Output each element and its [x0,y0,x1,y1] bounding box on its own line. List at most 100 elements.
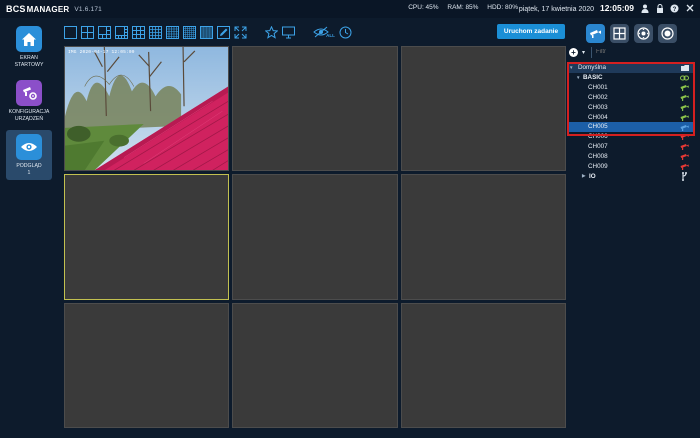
device-panel: + ▾ ▼ Domyślna ▼ BASIC CH001 [566,22,700,438]
layout-4x4-icon[interactable] [149,25,162,39]
lock-icon[interactable] [655,3,664,13]
camera-offline-icon [680,133,689,141]
folder-icon [680,64,689,72]
user-icon[interactable] [640,3,649,13]
layout-1x1-icon[interactable] [64,25,77,39]
camera-online-icon [680,103,689,111]
expand-icon[interactable]: ▼ [569,65,576,70]
layout-3x3-icon[interactable] [132,25,145,39]
add-icon[interactable]: + [569,47,578,57]
video-cell-9[interactable] [400,302,566,428]
tree-group-io[interactable]: ▶ IO [569,171,693,181]
camera-icon [590,30,601,38]
chevron-down-icon[interactable]: ▾ [582,49,585,56]
tree-channel[interactable]: CH002 [569,93,693,103]
left-sidebar: EKRAN STARTOWY KONFIGURACJA URZĄDZEŃ POD… [6,22,56,188]
link-icon [680,74,689,82]
edit-layout-icon[interactable] [217,25,230,39]
app-version: V1.6.171 [74,5,102,13]
panel-tabs [586,24,677,43]
alarm-all-label: ALL [326,32,335,38]
ptz-icon [637,27,650,40]
video-cell-3[interactable] [400,46,566,172]
camera-feed-image [65,47,229,171]
logo-bcs: BCS [6,4,26,14]
sidebar-item-label: EKRAN STARTOWY [14,55,44,68]
camera-online-icon [680,113,689,121]
channel-label: CH001 [588,84,608,92]
sidebar-item-label: KONFIGURACJA URZĄDZEŃ [8,109,50,122]
logo-manager: MANAGER [26,4,70,14]
layout-5x5-icon[interactable] [166,25,179,39]
top-icons: ? [640,3,694,13]
favorite-star-icon[interactable] [265,25,278,39]
tab-record[interactable] [658,24,677,43]
camera-offline-icon [680,153,689,161]
layout-6x6-icon[interactable] [183,25,196,39]
tree-channel[interactable]: CH001 [569,83,693,93]
tree-channel[interactable]: CH006 [569,132,693,142]
video-cell-1[interactable]: IMG 2020-04-17 12:05:09 [64,46,230,172]
camera-offline-icon [680,162,689,170]
camera-selected-icon [680,123,689,131]
filter-input[interactable] [591,46,697,58]
tree-channel[interactable]: CH008 [569,152,693,162]
playback-history-icon[interactable] [339,26,352,39]
video-cell-8[interactable] [232,302,398,428]
hdd-usage: HDD: 80% [487,4,518,11]
channel-label: CH002 [588,93,608,101]
help-icon[interactable]: ? [670,3,679,13]
tab-cameras[interactable] [586,24,605,43]
channel-label: CH008 [588,153,608,161]
layout-8x8-icon[interactable] [200,25,213,39]
expand-icon[interactable]: ▼ [576,75,583,80]
tab-layouts[interactable] [610,24,629,43]
tree-root[interactable]: ▼ Domyślna [569,63,693,73]
video-cell-7[interactable] [64,302,230,428]
grid-icon [613,27,626,40]
record-icon [661,27,674,40]
filter-row: + ▾ [569,46,697,58]
tree-root-label: Domyślna [578,64,606,72]
tree-group-label: BASIC [583,74,603,82]
hide-all-cameras-icon[interactable]: ALL [313,26,335,39]
camera-osd-label: IMG 2020-04-17 12:05:09 [68,50,135,55]
video-grid: IMG 2020-04-17 12:05:09 [64,46,566,428]
camera-online-icon [680,94,689,102]
sidebar-item-label: PODGLĄD 1 [16,163,42,176]
video-cell-5[interactable] [232,174,398,300]
monitor-icon[interactable] [282,26,295,39]
channel-label: CH003 [588,103,608,111]
channel-label: CH009 [588,162,608,170]
sidebar-item-home[interactable]: EKRAN STARTOWY [6,22,52,68]
tree-channel-selected[interactable]: CH005 [569,122,693,132]
channel-label: CH004 [588,113,608,121]
layout-2x2-icon[interactable] [81,25,94,39]
layout-1plus7-icon[interactable] [115,25,128,39]
tree-channel[interactable]: CH003 [569,102,693,112]
tree-channel[interactable]: CH004 [569,112,693,122]
video-cell-4[interactable] [64,174,230,300]
camera-offline-icon [680,143,689,151]
close-icon[interactable] [685,3,694,13]
app-window: BCS MANAGER V1.6.171 CPU: 45% RAM: 85% H… [0,0,700,438]
svg-text:?: ? [673,7,677,13]
layout-1plus5-icon[interactable] [98,25,111,39]
tab-ptz[interactable] [634,24,653,43]
fullscreen-icon[interactable] [234,26,247,39]
expand-icon[interactable]: ▶ [582,173,589,179]
camera-online-icon [680,84,689,92]
video-cell-6[interactable] [400,174,566,300]
device-config-icon [16,80,42,106]
system-stats: CPU: 45% RAM: 85% HDD: 80% [401,4,518,11]
channel-label: CH007 [588,143,608,151]
tree-channel[interactable]: CH007 [569,142,693,152]
tree-channel[interactable]: CH009 [569,161,693,171]
sidebar-item-preview[interactable]: PODGLĄD 1 [6,130,52,180]
start-task-button[interactable]: Uruchom zadanie [497,24,565,39]
sidebar-item-device-config[interactable]: KONFIGURACJA URZĄDZEŃ [6,76,52,122]
tree-group-basic[interactable]: ▼ BASIC [569,73,693,83]
video-cell-2[interactable] [232,46,398,172]
layout-toolbar: ALL [64,23,356,41]
date-time: piątek, 17 kwietnia 2020 12:05:09 [519,3,634,13]
